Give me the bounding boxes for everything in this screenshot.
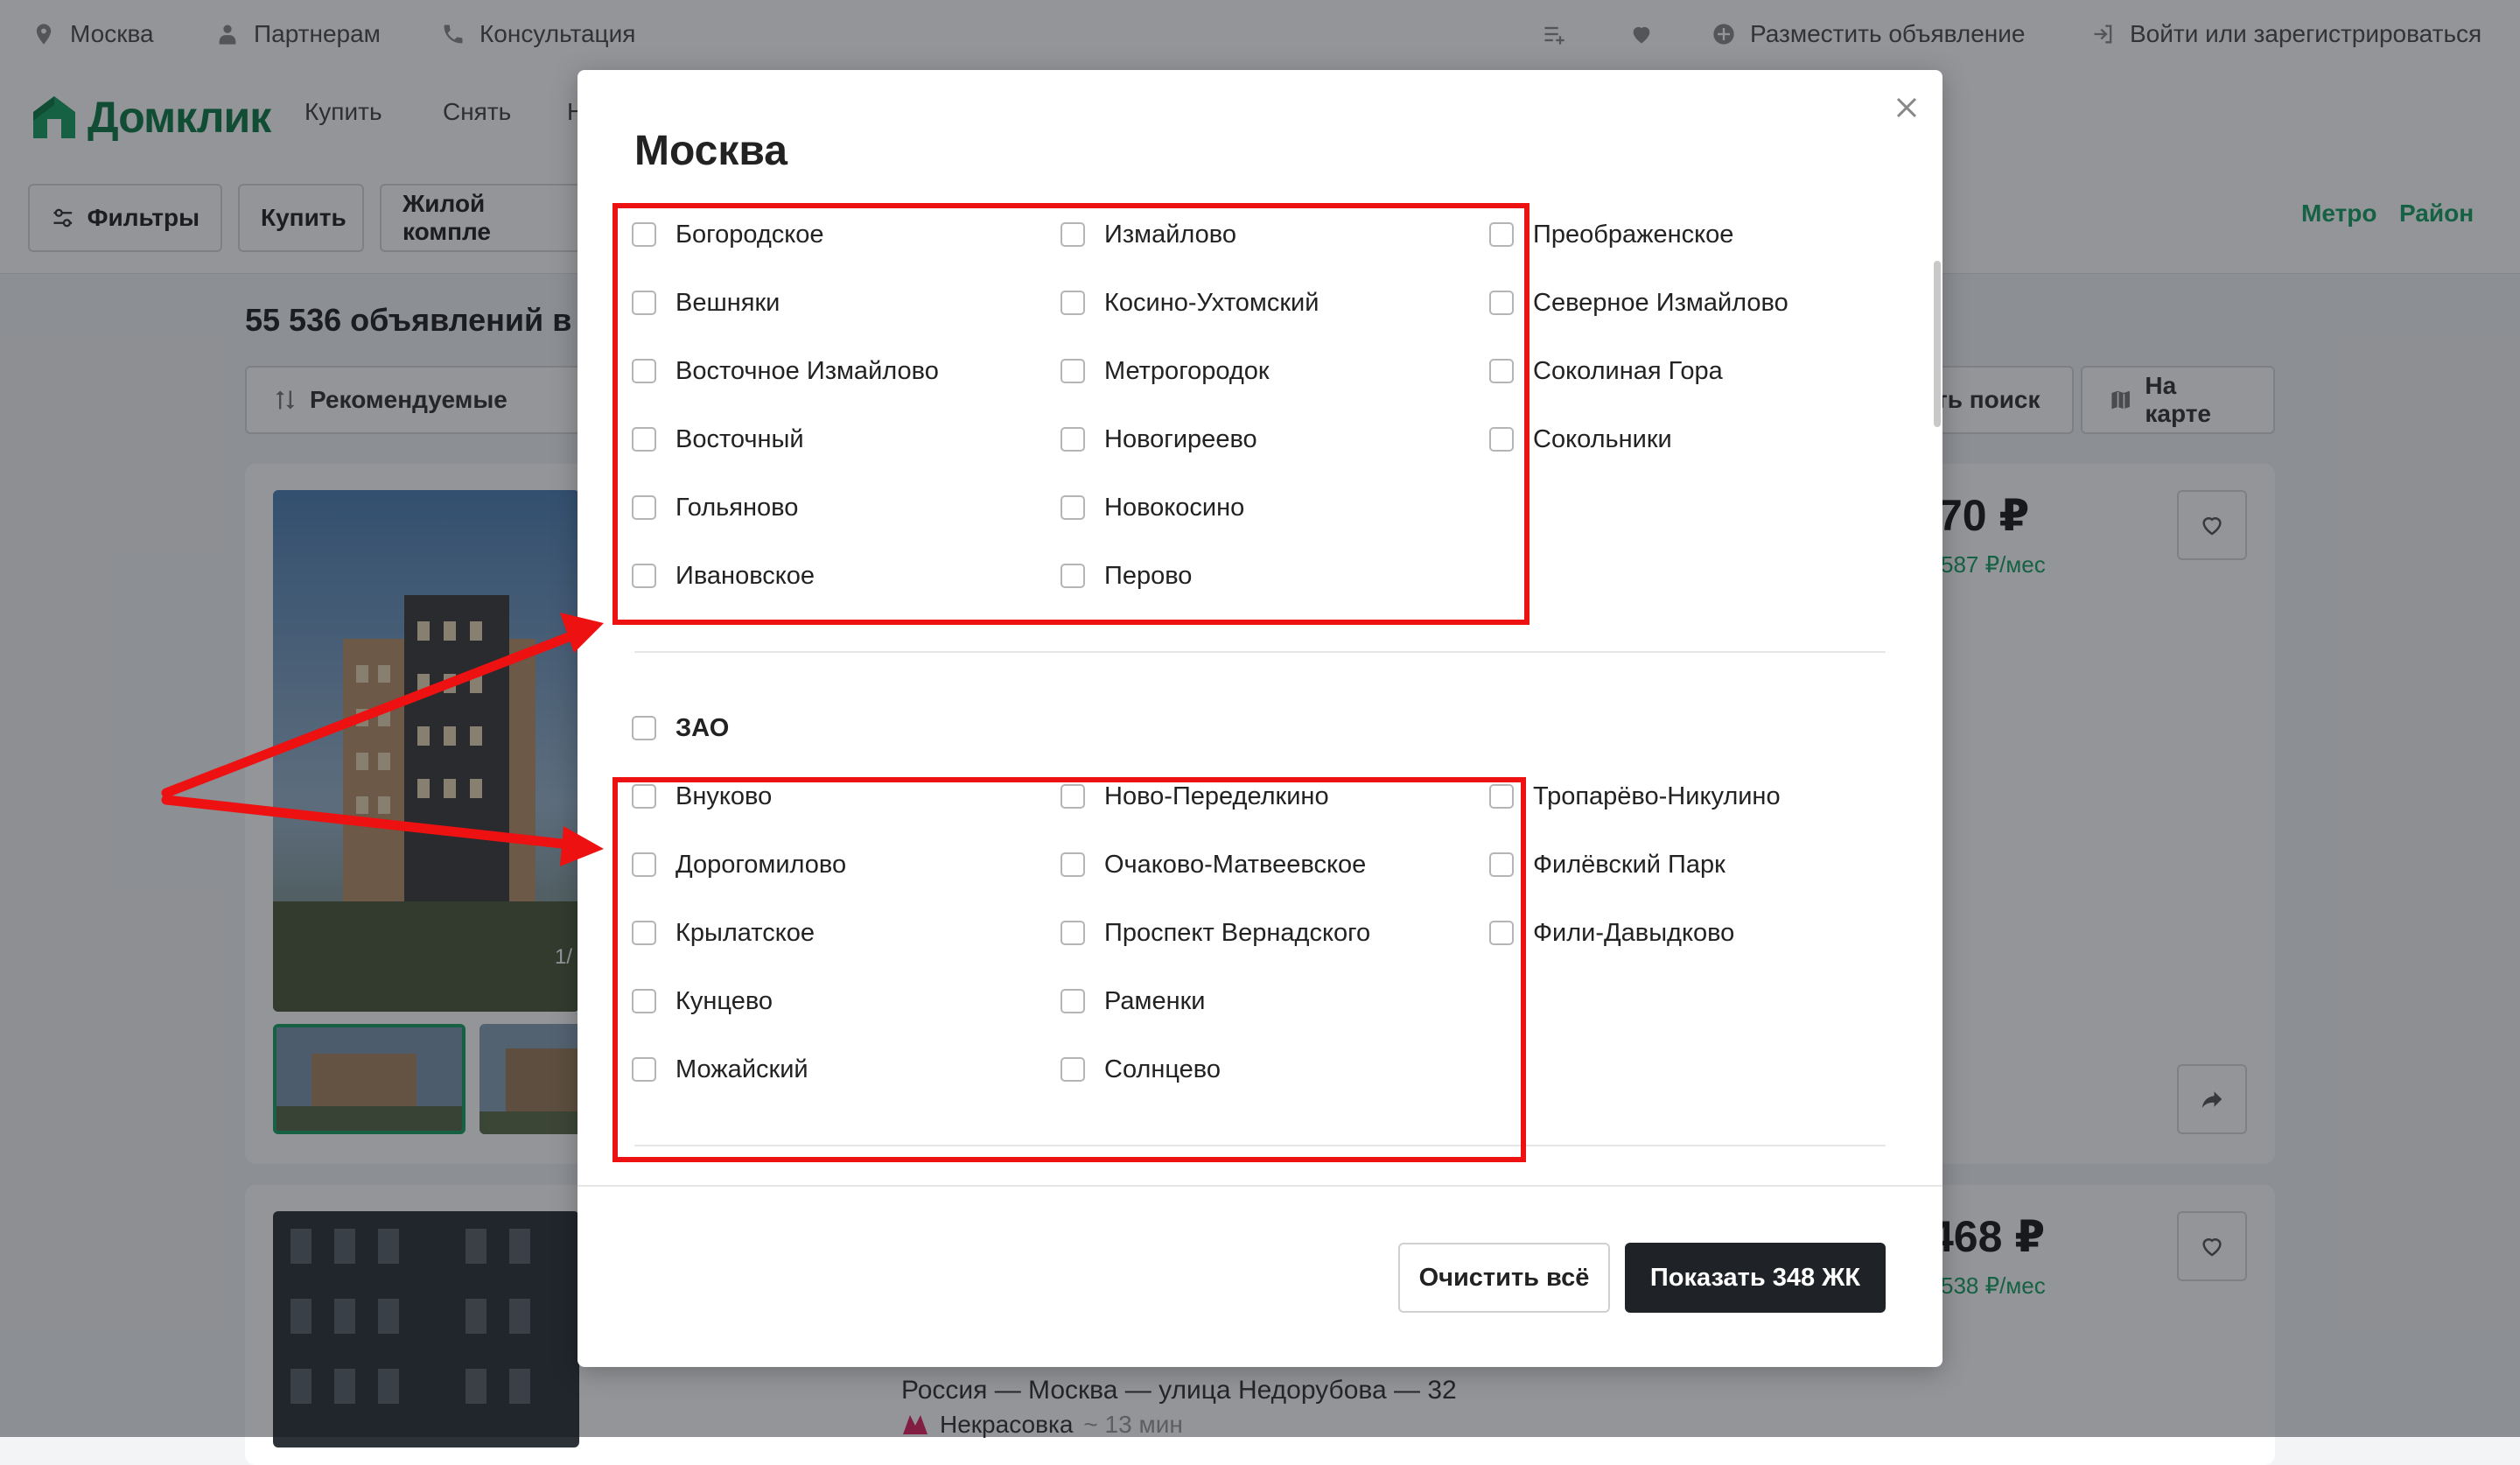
arrow-head-icon xyxy=(560,826,604,866)
annotation-arrows xyxy=(161,613,604,866)
